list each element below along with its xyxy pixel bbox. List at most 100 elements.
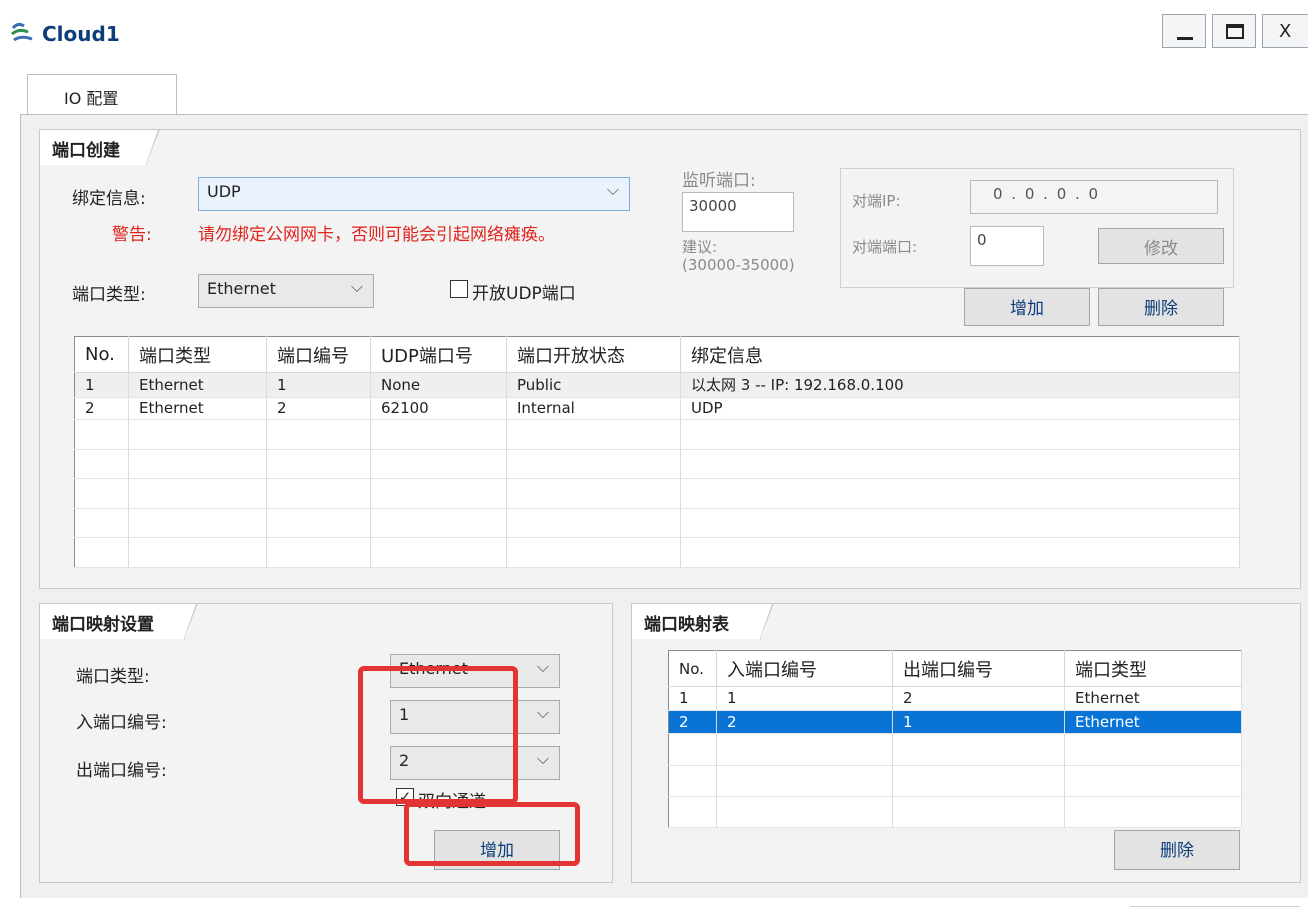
port-type-label: 端口类型: <box>72 285 146 305</box>
suggest-range: (30000-35000) <box>682 256 795 274</box>
resize-grip[interactable] <box>1130 906 1300 914</box>
chevron-down-icon: ⌵ <box>536 657 549 676</box>
chevron-down-icon: ⌵ <box>536 749 549 768</box>
port-type-select[interactable]: Ethernet ⌵ <box>198 274 374 308</box>
empty-row <box>74 419 1240 450</box>
cell: Ethernet <box>1064 710 1242 735</box>
port-create-title: 端口创建 <box>39 129 160 165</box>
window-title: Cloud1 <box>42 22 120 46</box>
port-type-value: Ethernet <box>207 279 276 298</box>
col-no[interactable]: No. <box>668 650 717 687</box>
close-icon: X <box>1279 21 1292 42</box>
close-button[interactable]: X <box>1262 14 1308 48</box>
cell: UDP <box>680 397 1240 420</box>
table-header: No. 入端口编号 出端口编号 端口类型 <box>668 650 1242 687</box>
cell: Ethernet <box>128 397 267 420</box>
io-config-panel: 端口创建 绑定信息: UDP ⌵ 警告: 请勿绑定公网网卡，否则可能会引起网络瘫… <box>20 114 1308 898</box>
warning-text: 请勿绑定公网网卡，否则可能会引起网络瘫痪。 <box>198 225 555 245</box>
suggest-label: 建议: <box>682 238 718 256</box>
minimize-icon <box>1177 37 1193 40</box>
empty-row <box>74 478 1240 509</box>
table-row[interactable]: 2 Ethernet 2 62100 Internal UDP <box>74 397 1240 420</box>
cell: Ethernet <box>1064 686 1242 711</box>
cell: 2 <box>892 686 1065 711</box>
cell: 2 <box>266 397 371 420</box>
cell: Public <box>506 372 681 398</box>
mapping-table-group: 端口映射表 No. 入端口编号 出端口编号 端口类型 1 1 2 Etherne… <box>631 603 1301 883</box>
title-bar: Cloud1 X <box>0 0 1308 56</box>
col-out-port[interactable]: 出端口编号 <box>892 650 1065 687</box>
empty-row <box>74 537 1240 568</box>
table-row[interactable]: 1 1 2 Ethernet <box>668 686 1242 711</box>
cell: 2 <box>668 710 717 735</box>
highlight-box <box>404 802 580 866</box>
listen-port-input[interactable]: 30000 <box>682 192 794 232</box>
chevron-down-icon: ⌵ <box>350 277 363 296</box>
port-table: No. 端口类型 端口编号 UDP端口号 端口开放状态 绑定信息 1 Ether… <box>74 336 1240 568</box>
cell: Ethernet <box>128 372 267 398</box>
col-port-type[interactable]: 端口类型 <box>128 336 267 373</box>
cell: 2 <box>716 710 893 735</box>
empty-row <box>668 796 1242 829</box>
map-port-type-label: 端口类型: <box>76 667 150 687</box>
mapping-settings-title: 端口映射设置 <box>39 603 198 639</box>
delete-mapping-button[interactable]: 删除 <box>1114 830 1240 870</box>
bind-info-value: UDP <box>207 182 241 201</box>
cell: 62100 <box>370 397 507 420</box>
col-udp-port[interactable]: UDP端口号 <box>370 336 507 373</box>
mapping-table: No. 入端口编号 出端口编号 端口类型 1 1 2 Ethernet 2 2 <box>668 650 1242 829</box>
col-bind-info[interactable]: 绑定信息 <box>680 336 1240 373</box>
col-port-number[interactable]: 端口编号 <box>266 336 371 373</box>
peer-port-label: 对端端口: <box>852 238 918 256</box>
mapping-settings-group: 端口映射设置 端口类型: Ethernet ⌵ 入端口编号: 1 ⌵ 出端口编号… <box>39 603 613 883</box>
open-udp-label: 开放UDP端口 <box>472 284 576 304</box>
cloud-app-icon <box>11 22 33 42</box>
mapping-table-title: 端口映射表 <box>631 603 774 639</box>
cell: 以太网 3 -- IP: 192.168.0.100 <box>680 372 1240 398</box>
warning-label: 警告: <box>112 225 152 245</box>
cell: 1 <box>892 710 1065 735</box>
peer-ip-label: 对端IP: <box>852 192 901 210</box>
highlight-box <box>358 666 518 804</box>
listen-port-value: 30000 <box>689 197 737 215</box>
add-port-button[interactable]: 增加 <box>964 288 1090 326</box>
table-row-selected[interactable]: 2 2 1 Ethernet <box>668 710 1242 735</box>
cell: 1 <box>716 686 893 711</box>
listen-port-label: 监听端口: <box>682 171 756 191</box>
port-create-group: 端口创建 绑定信息: UDP ⌵ 警告: 请勿绑定公网网卡，否则可能会引起网络瘫… <box>39 129 1301 589</box>
bind-info-label: 绑定信息: <box>72 189 146 209</box>
delete-port-button[interactable]: 删除 <box>1098 288 1224 326</box>
cell: 2 <box>74 397 129 420</box>
chevron-down-icon: ⌵ <box>536 703 549 722</box>
cell: None <box>370 372 507 398</box>
peer-ip-value: 0 . 0 . 0 . 0 <box>993 185 1101 203</box>
cell: 1 <box>74 372 129 398</box>
maximize-button[interactable] <box>1212 14 1256 48</box>
chevron-down-icon: ⌵ <box>606 180 619 199</box>
empty-row <box>668 733 1242 766</box>
tab-io-config[interactable]: IO 配置 <box>27 74 177 114</box>
cell: 1 <box>266 372 371 398</box>
table-row[interactable]: 1 Ethernet 1 None Public 以太网 3 -- IP: 19… <box>74 372 1240 398</box>
empty-row <box>74 449 1240 480</box>
minimize-button[interactable] <box>1162 14 1206 48</box>
in-port-label: 入端口编号: <box>76 713 167 733</box>
empty-row <box>74 508 1240 539</box>
window-body: IO 配置 端口创建 绑定信息: UDP ⌵ 警告: 请勿绑定公网网卡，否则可能… <box>12 56 1308 914</box>
col-no[interactable]: No. <box>74 336 129 373</box>
peer-ip-input[interactable]: 0 . 0 . 0 . 0 <box>970 180 1218 214</box>
col-port-type[interactable]: 端口类型 <box>1064 650 1242 687</box>
bind-info-select[interactable]: UDP ⌵ <box>198 177 630 211</box>
col-in-port[interactable]: 入端口编号 <box>716 650 893 687</box>
open-udp-checkbox[interactable] <box>450 280 468 298</box>
empty-row <box>668 765 1242 797</box>
maximize-icon <box>1226 24 1244 39</box>
cell: Internal <box>506 397 681 420</box>
col-open-status[interactable]: 端口开放状态 <box>506 336 681 373</box>
cell: 1 <box>668 686 717 711</box>
peer-port-value: 0 <box>977 231 987 249</box>
modify-button[interactable]: 修改 <box>1098 228 1224 264</box>
out-port-label: 出端口编号: <box>76 761 167 781</box>
table-header: No. 端口类型 端口编号 UDP端口号 端口开放状态 绑定信息 <box>74 336 1240 373</box>
peer-port-input[interactable]: 0 <box>970 226 1044 266</box>
